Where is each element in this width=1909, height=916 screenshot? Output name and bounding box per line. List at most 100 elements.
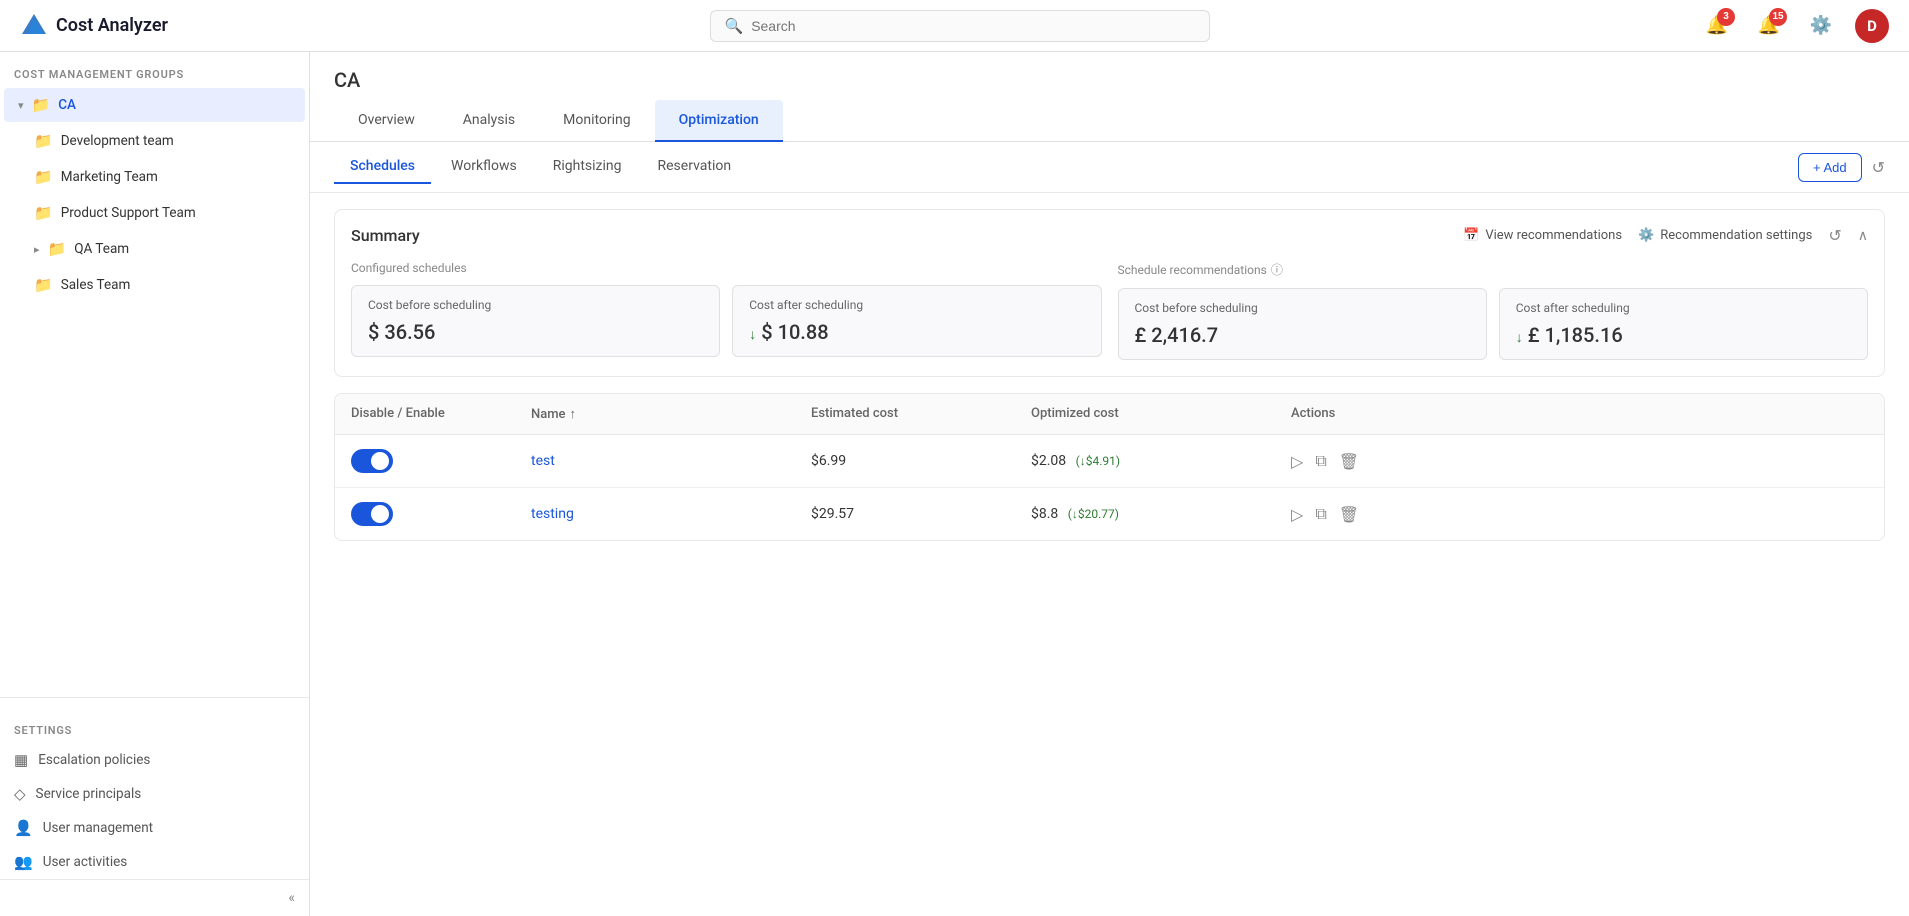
- app-name: Cost Analyzer: [56, 15, 168, 36]
- sidebar-item-ca[interactable]: ▾ 📁 CA: [4, 88, 305, 122]
- estimated-cost-cell-2: $29.57: [811, 506, 1031, 522]
- search-icon: 🔍: [725, 17, 744, 35]
- estimated-cost-cell-1: $6.99: [811, 453, 1031, 469]
- savings-badge-1: (↓$4.91): [1076, 454, 1120, 468]
- recommended-cost-after-card: Cost after scheduling ↓ £ 1,185.16: [1499, 288, 1868, 360]
- search-box[interactable]: 🔍: [710, 10, 1210, 42]
- tab-overview[interactable]: Overview: [334, 100, 439, 142]
- settings-button[interactable]: ⚙️: [1803, 8, 1839, 44]
- delete-button-1[interactable]: 🗑: [1339, 452, 1359, 471]
- sidebar-item-development-team[interactable]: 📁 Development team: [4, 124, 305, 158]
- app-logo: Cost Analyzer: [20, 12, 220, 40]
- sidebar-item-user-activities[interactable]: 👥 User activities: [0, 845, 309, 879]
- schedule-link-testing[interactable]: testing: [531, 506, 574, 522]
- tab-optimization[interactable]: Optimization: [655, 100, 783, 142]
- notifications-badge: 3: [1717, 8, 1735, 26]
- play-button-1[interactable]: ▷: [1291, 452, 1303, 471]
- sidebar-divider: [0, 697, 309, 698]
- user-activities-icon: 👥: [14, 853, 33, 871]
- tab-analysis[interactable]: Analysis: [439, 100, 539, 142]
- summary-refresh-button[interactable]: ↺: [1828, 226, 1841, 245]
- schedule-recommendations-section: Schedule recommendations ⓘ Cost before s…: [1118, 261, 1869, 360]
- main-layout: COST MANAGEMENT GROUPS ▾ 📁 CA 📁 Developm…: [0, 52, 1909, 916]
- sub-tab-schedules[interactable]: Schedules: [334, 150, 431, 184]
- recommended-cost-cards: Cost before scheduling £ 2,416.7 Cost af…: [1118, 288, 1869, 360]
- sidebar-item-label: Marketing Team: [61, 169, 158, 185]
- sub-tab-reservation[interactable]: Reservation: [642, 150, 748, 184]
- configured-cost-after-value: ↓ $ 10.88: [749, 320, 1084, 344]
- col-estimated-cost: Estimated cost: [811, 406, 1031, 422]
- edit-button-2[interactable]: ⧉: [1315, 504, 1326, 524]
- table-header: Disable / Enable Name ↑ Estimated cost O…: [335, 394, 1884, 435]
- summary-title: Summary: [351, 226, 1463, 245]
- actions-cell-2: ▷ ⧉ 🗑: [1291, 504, 1868, 524]
- add-button[interactable]: + Add: [1798, 153, 1862, 182]
- sidebar-collapse-button[interactable]: «: [0, 879, 309, 916]
- sub-tabs: Schedules Workflows Rightsizing Reservat…: [334, 150, 1798, 184]
- user-management-label: User management: [43, 820, 153, 836]
- sidebar: COST MANAGEMENT GROUPS ▾ 📁 CA 📁 Developm…: [0, 52, 310, 916]
- settings-icon: ⚙️: [1638, 228, 1654, 243]
- toggle-enable-testing[interactable]: [351, 502, 393, 526]
- user-management-icon: 👤: [14, 819, 33, 837]
- tab-monitoring[interactable]: Monitoring: [539, 100, 655, 142]
- toggle-cell-1: [351, 449, 531, 473]
- sidebar-item-marketing-team[interactable]: 📁 Marketing Team: [4, 160, 305, 194]
- sidebar-item-user-management[interactable]: 👤 User management: [0, 811, 309, 845]
- escalation-icon: ▦: [14, 751, 28, 769]
- folder-icon: 📁: [48, 240, 67, 258]
- table-row: testing $29.57 $8.8 (↓$20.77) ▷ ⧉ 🗑: [335, 488, 1884, 540]
- sidebar-item-service-principals[interactable]: ◇ Service principals: [0, 777, 309, 811]
- app-header: Cost Analyzer 🔍 🔔 3 🔔 15 ⚙️ D: [0, 0, 1909, 52]
- sidebar-item-label: Development team: [61, 133, 174, 149]
- delete-button-2[interactable]: 🗑: [1339, 505, 1359, 524]
- folder-icon: 📁: [34, 168, 53, 186]
- settings-section-label: SETTINGS: [0, 708, 309, 743]
- recommended-cost-before-card: Cost before scheduling £ 2,416.7: [1118, 288, 1487, 360]
- view-recommendations-button[interactable]: 📅 View recommendations: [1463, 228, 1622, 243]
- name-cell-1: test: [531, 453, 811, 469]
- down-arrow-icon: ↓: [1516, 330, 1523, 346]
- configured-cost-before-label: Cost before scheduling: [368, 298, 703, 312]
- recommended-cost-after-label: Cost after scheduling: [1516, 301, 1851, 315]
- alerts-badge: 15: [1769, 8, 1787, 26]
- recommended-cost-after-value: ↓ £ 1,185.16: [1516, 323, 1851, 347]
- play-button-2[interactable]: ▷: [1291, 505, 1303, 524]
- avatar[interactable]: D: [1855, 9, 1889, 43]
- sidebar-item-qa-team[interactable]: ▸ 📁 QA Team: [4, 232, 305, 266]
- schedule-link-test[interactable]: test: [531, 453, 555, 469]
- alerts-button[interactable]: 🔔 15: [1751, 8, 1787, 44]
- service-principals-icon: ◇: [14, 785, 26, 803]
- recommendation-settings-button[interactable]: ⚙️ Recommendation settings: [1638, 228, 1812, 243]
- sidebar-item-sales-team[interactable]: 📁 Sales Team: [4, 268, 305, 302]
- configured-cost-cards: Cost before scheduling $ 36.56 Cost afte…: [351, 285, 1102, 357]
- content-area: CA Overview Analysis Monitoring Optimiza…: [310, 52, 1909, 916]
- notifications-bell-button[interactable]: 🔔 3: [1699, 8, 1735, 44]
- sort-icon[interactable]: ↑: [570, 406, 577, 422]
- summary-collapse-button[interactable]: ∧: [1858, 228, 1868, 244]
- configured-cost-before-value: $ 36.56: [368, 320, 703, 344]
- schedule-table: Disable / Enable Name ↑ Estimated cost O…: [334, 393, 1885, 541]
- gear-icon: ⚙️: [1810, 15, 1832, 36]
- toggle-enable-test[interactable]: [351, 449, 393, 473]
- view-recommendations-label: View recommendations: [1485, 228, 1622, 243]
- logo-icon: [20, 12, 48, 40]
- sub-tabs-row: Schedules Workflows Rightsizing Reservat…: [310, 142, 1909, 193]
- folder-icon: 📁: [32, 96, 51, 114]
- sidebar-item-escalation-policies[interactable]: ▦ Escalation policies: [0, 743, 309, 777]
- sub-tab-workflows[interactable]: Workflows: [435, 150, 533, 184]
- user-activities-label: User activities: [43, 854, 128, 870]
- sidebar-item-label: QA Team: [74, 241, 129, 257]
- sub-tab-rightsizing[interactable]: Rightsizing: [537, 150, 638, 184]
- info-icon[interactable]: ⓘ: [1271, 261, 1283, 278]
- collapse-icon: «: [288, 890, 295, 906]
- summary-sections: Configured schedules Cost before schedul…: [351, 261, 1868, 360]
- sidebar-item-product-support-team[interactable]: 📁 Product Support Team: [4, 196, 305, 230]
- summary-panel: Summary 📅 View recommendations ⚙️ Recomm…: [334, 209, 1885, 377]
- search-input[interactable]: [751, 18, 1194, 34]
- edit-button-1[interactable]: ⧉: [1315, 451, 1326, 471]
- table-row: test $6.99 $2.08 (↓$4.91) ▷ ⧉ 🗑: [335, 435, 1884, 488]
- name-cell-2: testing: [531, 506, 811, 522]
- refresh-button[interactable]: ↺: [1872, 158, 1885, 177]
- optimized-cost-cell-2: $8.8 (↓$20.77): [1031, 506, 1291, 522]
